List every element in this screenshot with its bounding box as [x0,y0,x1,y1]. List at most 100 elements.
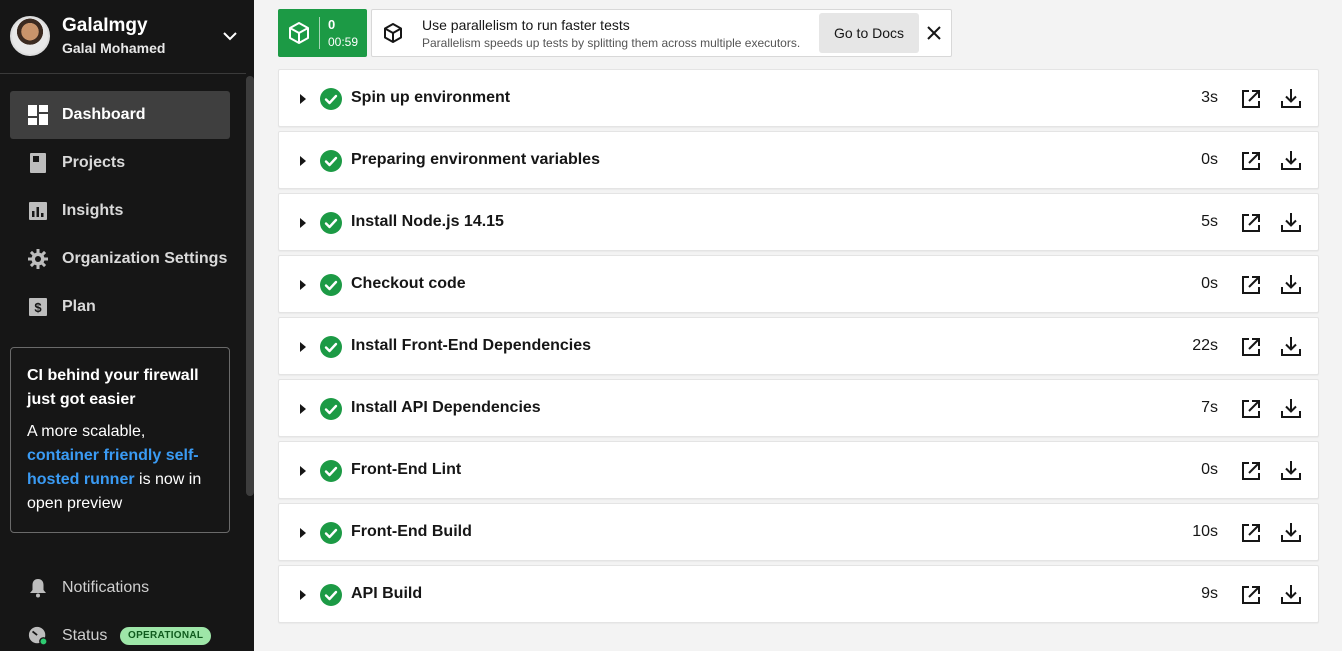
org-name: GalaImgy [62,15,148,36]
promo-body: A more scalable, container friendly self… [27,420,213,516]
download-icon[interactable] [1280,335,1302,357]
dashboard-icon [28,105,48,125]
sidebar-item-notifications[interactable]: Notifications [10,568,240,608]
sidebar-item-label: Projects [62,154,126,171]
sidebar-item-status[interactable]: Status OPERATIONAL [10,616,240,651]
caret-right-icon[interactable] [299,589,307,601]
go-to-docs-button[interactable]: Go to Docs [819,13,919,53]
step-name: Front-End Build [351,523,472,540]
open-external-icon[interactable] [1240,398,1262,420]
banner-subtitle: Parallelism speeds up tests by splitting… [422,36,801,50]
sidebar: GalaImgy Galal Mohamed Dashboard Project… [0,0,254,651]
chevron-down-icon[interactable] [220,26,240,46]
book-icon [28,153,48,173]
step-row[interactable]: Install Node.js 14.15 5s [278,193,1319,251]
avatar [10,16,50,56]
elapsed-time: 00:59 [328,35,359,49]
step-name: Install Front-End Dependencies [351,337,592,354]
download-icon[interactable] [1280,211,1302,233]
success-check-icon [320,460,342,482]
success-check-icon [320,584,342,606]
success-check-icon [320,212,342,234]
step-name: Checkout code [351,275,466,292]
promo-title: CI behind your firewall just got easier [27,367,199,408]
divider [319,17,320,49]
success-check-icon [320,336,342,358]
parallelism-timer: 0 00:59 [278,9,367,57]
sidebar-item-label: Insights [62,202,124,219]
bell-icon [28,578,48,598]
download-icon[interactable] [1280,397,1302,419]
success-check-icon [320,398,342,420]
caret-right-icon[interactable] [299,93,307,105]
caret-right-icon[interactable] [299,403,307,415]
step-row[interactable]: Front-End Lint 0s [278,441,1319,499]
step-duration: 0s [1201,461,1218,478]
executor-count: 0 [328,17,336,32]
parallelism-banner: Use parallelism to run faster tests Para… [371,9,952,57]
step-row[interactable]: Checkout code 0s [278,255,1319,313]
caret-right-icon[interactable] [299,465,307,477]
step-duration: 9s [1201,585,1218,602]
caret-right-icon[interactable] [299,279,307,291]
cube-icon [384,23,402,43]
step-name: Install API Dependencies [351,399,541,416]
close-icon[interactable] [925,24,943,42]
runner-promo-card: CI behind your firewall just got easier … [10,347,230,533]
gear-icon [28,249,48,269]
open-external-icon[interactable] [1240,88,1262,110]
step-duration: 5s [1201,213,1218,230]
step-row[interactable]: Front-End Build 10s [278,503,1319,561]
step-duration: 3s [1201,89,1218,106]
download-icon[interactable] [1280,583,1302,605]
sidebar-item-label: Status [62,627,108,644]
success-check-icon [320,150,342,172]
step-row[interactable]: Install API Dependencies 7s [278,379,1319,437]
open-external-icon[interactable] [1240,336,1262,358]
gauge-icon [28,626,48,646]
step-row[interactable]: API Build 9s [278,565,1319,623]
success-check-icon [320,88,342,110]
sidebar-item-plan[interactable]: $ Plan [10,283,230,331]
open-external-icon[interactable] [1240,584,1262,606]
caret-right-icon[interactable] [299,217,307,229]
cube-icon [289,22,309,44]
bar-chart-icon [28,201,48,221]
open-external-icon[interactable] [1240,460,1262,482]
sidebar-scrollbar[interactable] [246,76,254,496]
sidebar-item-organization-settings[interactable]: Organization Settings [10,235,230,283]
sidebar-item-projects[interactable]: Projects [10,139,230,187]
sidebar-item-label: Plan [62,298,96,315]
promo-body-start: A more scalable, [27,423,146,440]
step-row[interactable]: Preparing environment variables 0s [278,131,1319,189]
download-icon[interactable] [1280,459,1302,481]
open-external-icon[interactable] [1240,150,1262,172]
success-check-icon [320,274,342,296]
step-row[interactable]: Install Front-End Dependencies 22s [278,317,1319,375]
step-name: API Build [351,585,423,602]
open-external-icon[interactable] [1240,212,1262,234]
download-icon[interactable] [1280,149,1302,171]
caret-right-icon[interactable] [299,527,307,539]
step-row[interactable]: Spin up environment 3s [278,69,1319,127]
open-external-icon[interactable] [1240,522,1262,544]
step-name: Front-End Lint [351,461,462,478]
step-duration: 0s [1201,151,1218,168]
sidebar-item-insights[interactable]: Insights [10,187,230,235]
success-check-icon [320,522,342,544]
sidebar-item-label: Organization Settings [62,250,228,267]
download-icon[interactable] [1280,273,1302,295]
download-icon[interactable] [1280,521,1302,543]
banner-title: Use parallelism to run faster tests [422,17,630,33]
step-name: Spin up environment [351,89,511,106]
open-external-icon[interactable] [1240,274,1262,296]
caret-right-icon[interactable] [299,341,307,353]
step-duration: 10s [1192,523,1218,540]
download-icon[interactable] [1280,87,1302,109]
caret-right-icon[interactable] [299,155,307,167]
svg-text:$: $ [34,300,42,315]
step-duration: 22s [1192,337,1218,354]
step-duration: 7s [1201,399,1218,416]
sidebar-item-dashboard[interactable]: Dashboard [10,91,230,139]
org-switcher[interactable]: GalaImgy Galal Mohamed [0,0,246,74]
